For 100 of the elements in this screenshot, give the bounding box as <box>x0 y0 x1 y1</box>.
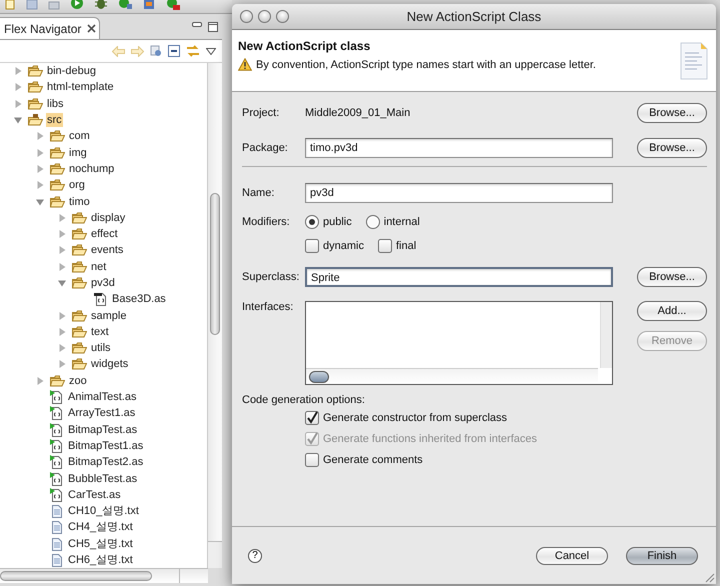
checkbox[interactable] <box>305 411 319 425</box>
tree-item[interactable]: com <box>68 129 91 144</box>
resize-grip-icon[interactable] <box>704 572 715 583</box>
finish-button[interactable]: Finish <box>626 546 698 564</box>
tree-item[interactable]: pv3d <box>90 276 116 290</box>
tree-item[interactable]: widgets <box>90 357 130 372</box>
horizontal-scrollbar[interactable] <box>0 568 208 583</box>
profile-icon[interactable] <box>118 0 132 10</box>
tree-item[interactable]: net <box>90 260 108 274</box>
tree-item[interactable]: libs <box>46 96 65 111</box>
interfaces-list[interactable] <box>305 301 613 385</box>
checkbox[interactable] <box>305 239 319 253</box>
radio-button[interactable] <box>366 215 380 229</box>
cancel-button[interactable]: Cancel <box>536 546 608 564</box>
tree-item[interactable]: CH10_설명.txt <box>67 504 140 518</box>
close-icon[interactable] <box>87 24 96 33</box>
maximize-icon[interactable] <box>208 22 218 32</box>
stop-icon[interactable] <box>166 0 180 10</box>
home-icon[interactable] <box>150 45 162 57</box>
expand-arrow-icon[interactable] <box>36 132 44 140</box>
collapse-arrow-icon[interactable] <box>14 116 22 124</box>
tree-item[interactable]: nochump <box>68 162 116 176</box>
vertical-scrollbar[interactable] <box>207 63 222 568</box>
tree-item[interactable]: src <box>46 113 63 128</box>
checkbox[interactable] <box>305 453 319 467</box>
close-button[interactable] <box>240 10 253 23</box>
radio-label: public <box>323 216 352 228</box>
tree-item[interactable]: AnimalTest.as <box>67 390 138 404</box>
zoom-button[interactable] <box>276 10 289 23</box>
minimize-icon[interactable] <box>192 22 202 28</box>
tree-item[interactable]: timo <box>68 194 91 209</box>
application-file-icon <box>50 438 64 453</box>
tree-item[interactable]: CH6_설명.txt <box>67 553 134 568</box>
minimize-button[interactable] <box>258 10 271 23</box>
expand-arrow-icon[interactable] <box>58 344 66 352</box>
tree-item[interactable]: CH5_설명.txt <box>67 536 134 551</box>
add-button[interactable]: Add... <box>637 301 707 321</box>
expand-arrow-icon[interactable] <box>58 262 66 271</box>
project-name: Middle2009_01_Main <box>305 107 412 119</box>
bug-icon[interactable] <box>94 0 108 10</box>
link-icon[interactable] <box>186 45 200 57</box>
tree-item[interactable]: events <box>90 243 124 258</box>
expand-arrow-icon[interactable] <box>36 181 44 190</box>
window-title: New ActionScript Class <box>406 9 542 24</box>
expand-arrow-icon[interactable] <box>36 376 44 385</box>
tree-item[interactable]: utils <box>90 341 112 356</box>
expand-arrow-icon[interactable] <box>14 100 22 108</box>
expand-arrow-icon[interactable] <box>58 230 66 238</box>
name-field[interactable]: pv3d <box>305 183 613 203</box>
expand-arrow-icon[interactable] <box>58 360 66 368</box>
help-button[interactable]: ? <box>248 548 262 562</box>
vertical-scrollbar[interactable] <box>600 302 612 368</box>
expand-arrow-icon[interactable] <box>58 214 66 222</box>
expand-arrow-icon[interactable] <box>58 246 66 254</box>
tree-item[interactable]: ArrayTest1.as <box>67 406 136 420</box>
tree-item[interactable]: sample <box>90 308 128 323</box>
expand-arrow-icon[interactable] <box>14 67 22 76</box>
tree-item[interactable]: BitmapTest1.as <box>67 438 144 453</box>
tree-item[interactable]: Base3D.as <box>111 292 167 306</box>
export-icon[interactable] <box>142 0 156 10</box>
tree-item[interactable]: display <box>90 210 126 225</box>
tree-item[interactable]: bin-debug <box>46 64 97 78</box>
tree-item[interactable]: html-template <box>46 80 115 94</box>
folder-icon <box>72 260 87 273</box>
new-icon[interactable] <box>4 0 16 10</box>
collapse-arrow-icon[interactable] <box>36 198 44 206</box>
print-icon[interactable] <box>48 0 60 10</box>
browse-button[interactable]: Browse... <box>637 138 707 158</box>
tree-item[interactable]: CarTest.as <box>67 488 122 502</box>
superclass-field[interactable]: Sprite <box>305 267 613 287</box>
view-menu-icon[interactable] <box>206 48 216 54</box>
collapse-arrow-icon[interactable] <box>58 279 66 287</box>
expand-arrow-icon[interactable] <box>36 164 44 173</box>
tree-item[interactable]: org <box>68 178 86 192</box>
horizontal-scrollbar[interactable] <box>306 368 598 384</box>
expand-arrow-icon[interactable] <box>58 312 66 320</box>
back-icon[interactable] <box>112 46 125 56</box>
radio-button[interactable] <box>305 215 319 229</box>
tree-item[interactable]: BitmapTest2.as <box>67 455 144 470</box>
package-field[interactable]: timo.pv3d <box>305 138 613 158</box>
browse-button[interactable]: Browse... <box>637 267 707 287</box>
collapse-all-icon[interactable] <box>168 45 180 57</box>
application-file-icon <box>50 422 64 437</box>
checkbox[interactable] <box>378 239 392 253</box>
browse-button[interactable]: Browse... <box>637 103 707 123</box>
tree-item[interactable]: effect <box>90 227 119 242</box>
text-file-icon <box>50 504 64 518</box>
expand-arrow-icon[interactable] <box>58 328 66 336</box>
navigator-tab[interactable]: Flex Navigator <box>0 17 100 39</box>
expand-arrow-icon[interactable] <box>14 83 22 92</box>
save-icon[interactable] <box>26 0 38 10</box>
tree-item[interactable]: CH4_설명.txt <box>67 520 134 534</box>
forward-icon[interactable] <box>131 46 144 56</box>
tree-item[interactable]: img <box>68 146 88 160</box>
tree-item[interactable]: text <box>90 324 110 339</box>
run-icon[interactable] <box>70 0 84 10</box>
expand-arrow-icon[interactable] <box>36 148 44 157</box>
tree-item[interactable]: zoo <box>68 374 88 388</box>
tree-item[interactable]: BitmapTest.as <box>67 422 138 437</box>
tree-item[interactable]: BubbleTest.as <box>67 472 138 486</box>
